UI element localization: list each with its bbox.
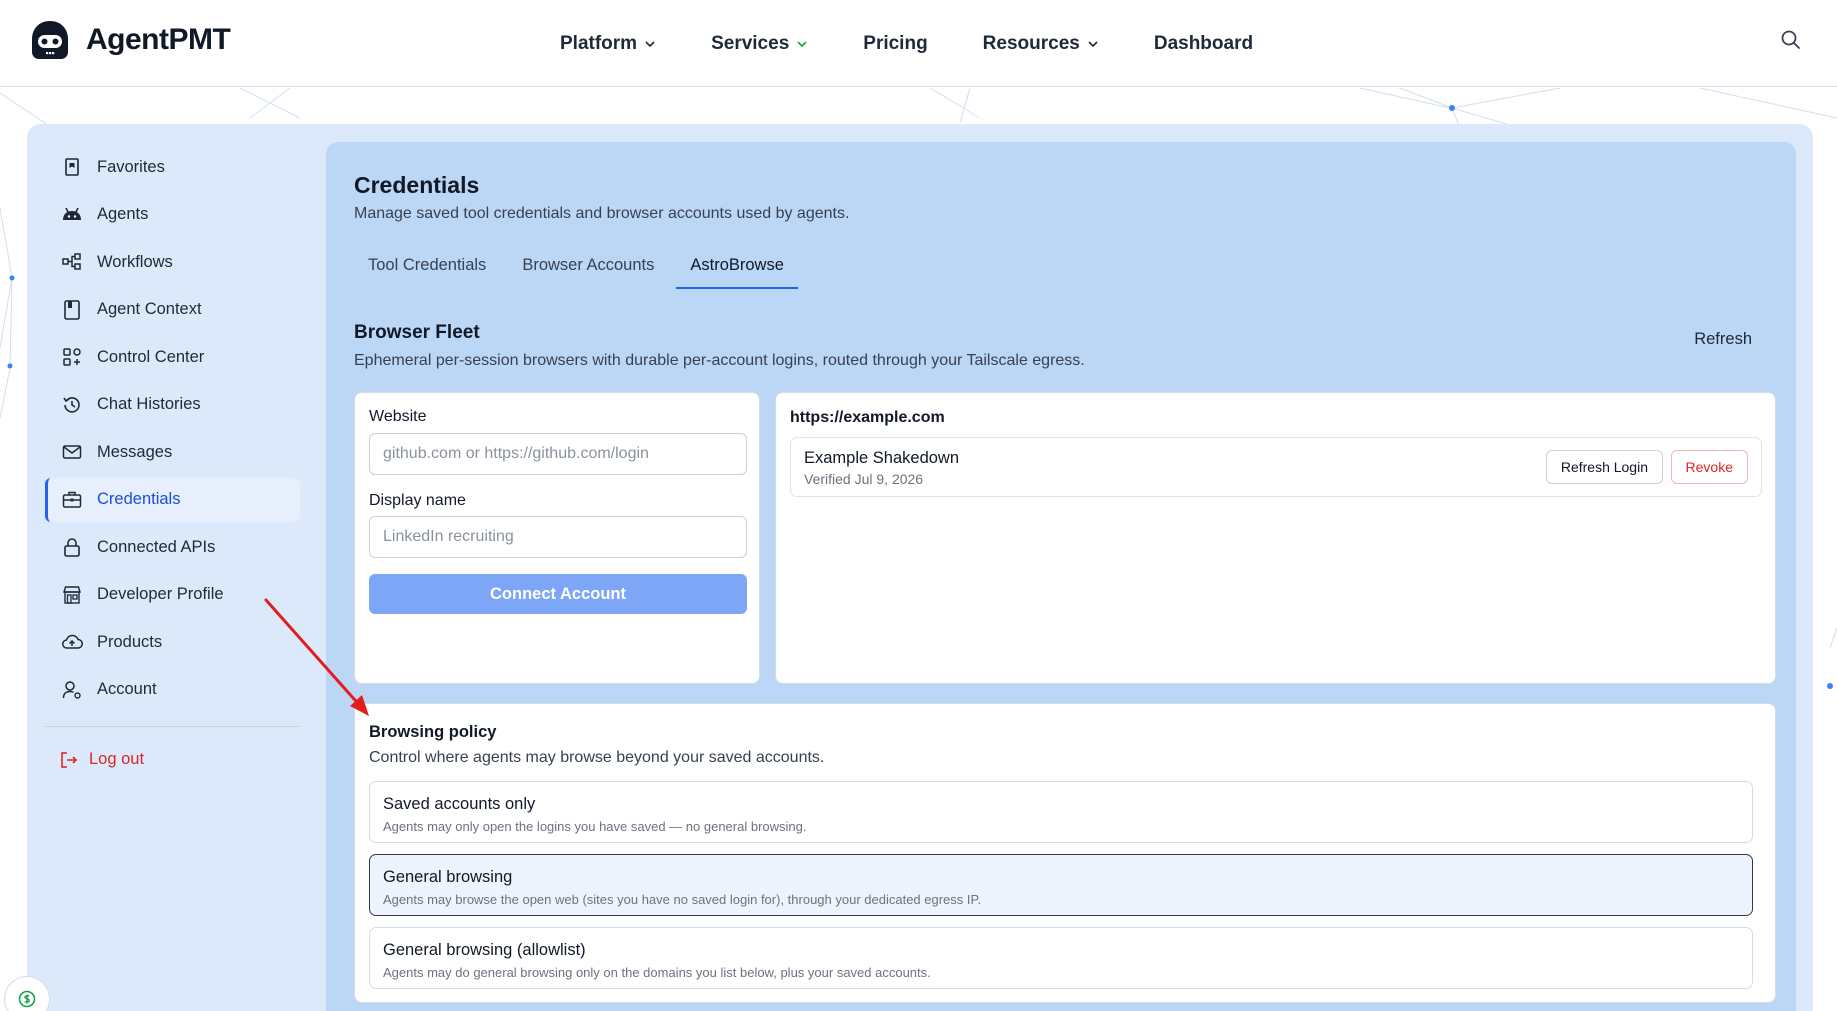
history-icon [63,396,80,413]
document-icon [64,299,80,320]
logout-label: Log out [89,750,145,768]
tab-astrobrowse[interactable]: AstroBrowse [676,242,798,289]
sidebar-item-label: Account [97,680,157,698]
account-host: https://example.com [790,409,945,426]
logout-button[interactable]: Log out [45,745,300,775]
sidebar-item-label: Favorites [97,157,165,176]
option-description: Agents may do general browsing only on t… [383,965,931,980]
sidebar-item-workflows[interactable]: Workflows [45,240,300,284]
sidebar: Favorites Agents Workflows Agent Context… [45,145,300,775]
policy-option-saved-only[interactable]: Saved accounts only Agents may only open… [369,781,1753,843]
lock-icon [64,538,80,557]
grid-icon [63,348,81,366]
main-nav: Platform Services Pricing Resources Dash… [560,0,1253,87]
display-name-label: Display name [369,492,466,509]
sidebar-divider [45,725,300,727]
sidebar-item-label: Workflows [97,252,173,271]
user-gear-icon [62,680,81,699]
sidebar-item-label: Messages [97,442,173,461]
nav-resources[interactable]: Resources [983,33,1099,55]
sidebar-item-label: Chat Histories [97,395,201,413]
mail-icon [62,445,82,459]
sidebar-item-label: Products [97,632,163,651]
website-label: Website [369,408,427,425]
chevron-down-icon [797,40,807,47]
option-description: Agents may browse the open web (sites yo… [383,892,982,907]
chevron-down-icon [645,40,655,47]
credentials-panel: Credentials Manage saved tool credential… [326,142,1796,1011]
brand-logo[interactable]: AgentPMT [28,18,231,62]
fleet-title: Browser Fleet [354,322,480,343]
tab-tool-credentials[interactable]: Tool Credentials [354,242,500,289]
nav-label: Pricing [863,32,928,54]
account-name: Example Shakedown [804,449,960,467]
sidebar-item-label: Developer Profile [97,585,224,603]
sidebar-item-control-center[interactable]: Control Center [45,335,300,379]
nav-services[interactable]: Services [711,33,808,55]
robot-icon [63,207,81,220]
refresh-login-button[interactable]: Refresh Login [1545,450,1663,484]
nav-pricing[interactable]: Pricing [863,33,927,55]
dollar-circle-icon [18,990,36,1008]
nav-label: Resources [982,32,1080,54]
nav-label: Services [711,32,790,54]
account-verified-date: Verified Jul 9, 2026 [804,471,924,487]
refresh-button[interactable]: Refresh [1694,330,1752,349]
sidebar-item-messages[interactable]: Messages [45,430,300,474]
sidebar-item-credentials[interactable]: Credentials [45,477,300,522]
account-row: Example Shakedown Verified Jul 9, 2026 R… [790,437,1762,497]
nav-platform[interactable]: Platform [560,33,656,55]
sidebar-item-label: Connected APIs [97,537,216,556]
top-header: AgentPMT Platform Services Pricing Resou… [0,0,1837,87]
bookmark-icon [65,158,79,176]
policy-option-general[interactable]: General browsing Agents may browse the o… [369,854,1753,916]
fleet-subtitle: Ephemeral per-session browsers with dura… [354,352,1085,369]
policy-subtitle: Control where agents may browse beyond y… [369,749,825,766]
sidebar-item-label: Agent Context [97,300,202,318]
website-input[interactable] [369,433,747,475]
option-title: General browsing [383,868,513,886]
policy-option-allowlist[interactable]: General browsing (allowlist) Agents may … [369,927,1753,989]
sidebar-item-products[interactable]: Products [45,620,300,664]
credential-tabs: Tool Credentials Browser Accounts AstroB… [354,242,798,289]
sidebar-item-chat-histories[interactable]: Chat Histories [45,383,300,427]
browsing-policy-card: Browsing policy Control where agents may… [354,703,1776,1003]
sidebar-item-agents[interactable]: Agents [45,193,300,237]
sidebar-item-label: Control Center [97,347,205,366]
nav-label: Platform [560,32,638,54]
sidebar-item-label: Agents [97,205,149,223]
sidebar-item-favorites[interactable]: Favorites [45,145,300,189]
sidebar-item-label: Credentials [97,490,181,508]
option-title: General browsing (allowlist) [383,941,586,959]
option-description: Agents may only open the logins you have… [383,819,807,834]
sidebar-item-account[interactable]: Account [45,668,300,712]
option-title: Saved accounts only [383,795,536,813]
search-icon[interactable] [1779,28,1803,52]
saved-accounts-card: https://example.com Example Shakedown Ve… [775,392,1776,684]
brand-name: AgentPMT [86,23,231,56]
page-subtitle: Manage saved tool credentials and browse… [354,205,850,222]
briefcase-icon [62,491,82,508]
workflow-icon [62,253,81,270]
robot-logo-icon [32,21,68,59]
logout-icon [61,751,78,768]
sidebar-item-agent-context[interactable]: Agent Context [45,288,300,332]
chevron-down-icon [1088,40,1098,47]
nav-label: Dashboard [1153,32,1254,54]
page-title: Credentials [354,172,480,198]
connect-account-button[interactable]: Connect Account [369,574,747,614]
cloud-upload-icon [62,634,83,649]
nav-dashboard[interactable]: Dashboard [1154,33,1253,55]
store-icon [63,585,81,604]
connect-account-card: Website Display name Connect Account [354,392,760,684]
revoke-button[interactable]: Revoke [1670,450,1748,484]
policy-title: Browsing policy [369,723,497,741]
tab-browser-accounts[interactable]: Browser Accounts [508,242,668,289]
sidebar-item-connected-apis[interactable]: Connected APIs [45,525,300,569]
sidebar-item-developer-profile[interactable]: Developer Profile [45,573,300,617]
display-name-input[interactable] [369,516,747,558]
